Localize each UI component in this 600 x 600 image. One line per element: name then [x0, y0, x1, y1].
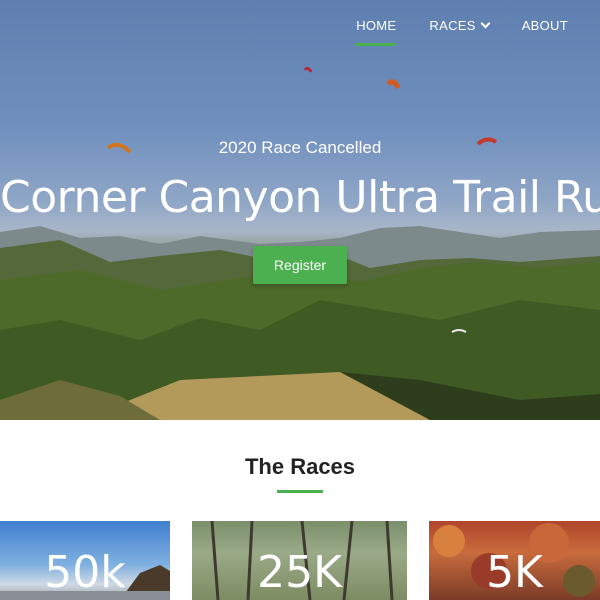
- hero-kicker: 2020 Race Cancelled: [218, 138, 382, 157]
- race-card-50k-label: 50k: [44, 547, 126, 598]
- nav-races-label: RACES: [429, 17, 476, 33]
- register-button[interactable]: Register: [253, 246, 347, 284]
- nav-home[interactable]: HOME: [356, 17, 397, 46]
- nav-home-label: HOME: [356, 17, 397, 33]
- section-title-underline: [277, 490, 323, 493]
- chevron-down-icon: [480, 18, 491, 28]
- hero-title: Corner Canyon Ultra Trail Run: [0, 172, 600, 223]
- nav-about-label: ABOUT: [521, 17, 568, 33]
- hero-banner: HOME RACES ABOUT 2020 Race Cancelled Cor…: [0, 0, 600, 420]
- race-card-5k[interactable]: 5K: [429, 521, 600, 600]
- races-section-title: The Races: [244, 454, 356, 479]
- race-card-25k[interactable]: 25K: [192, 521, 407, 600]
- main-nav: HOME RACES ABOUT: [356, 0, 600, 50]
- race-card-5k-label: 5K: [486, 547, 543, 598]
- nav-races[interactable]: RACES: [429, 17, 491, 33]
- nav-about[interactable]: ABOUT: [522, 18, 568, 33]
- race-card-25k-label: 25K: [257, 547, 342, 598]
- race-card-50k[interactable]: 50k: [0, 521, 170, 600]
